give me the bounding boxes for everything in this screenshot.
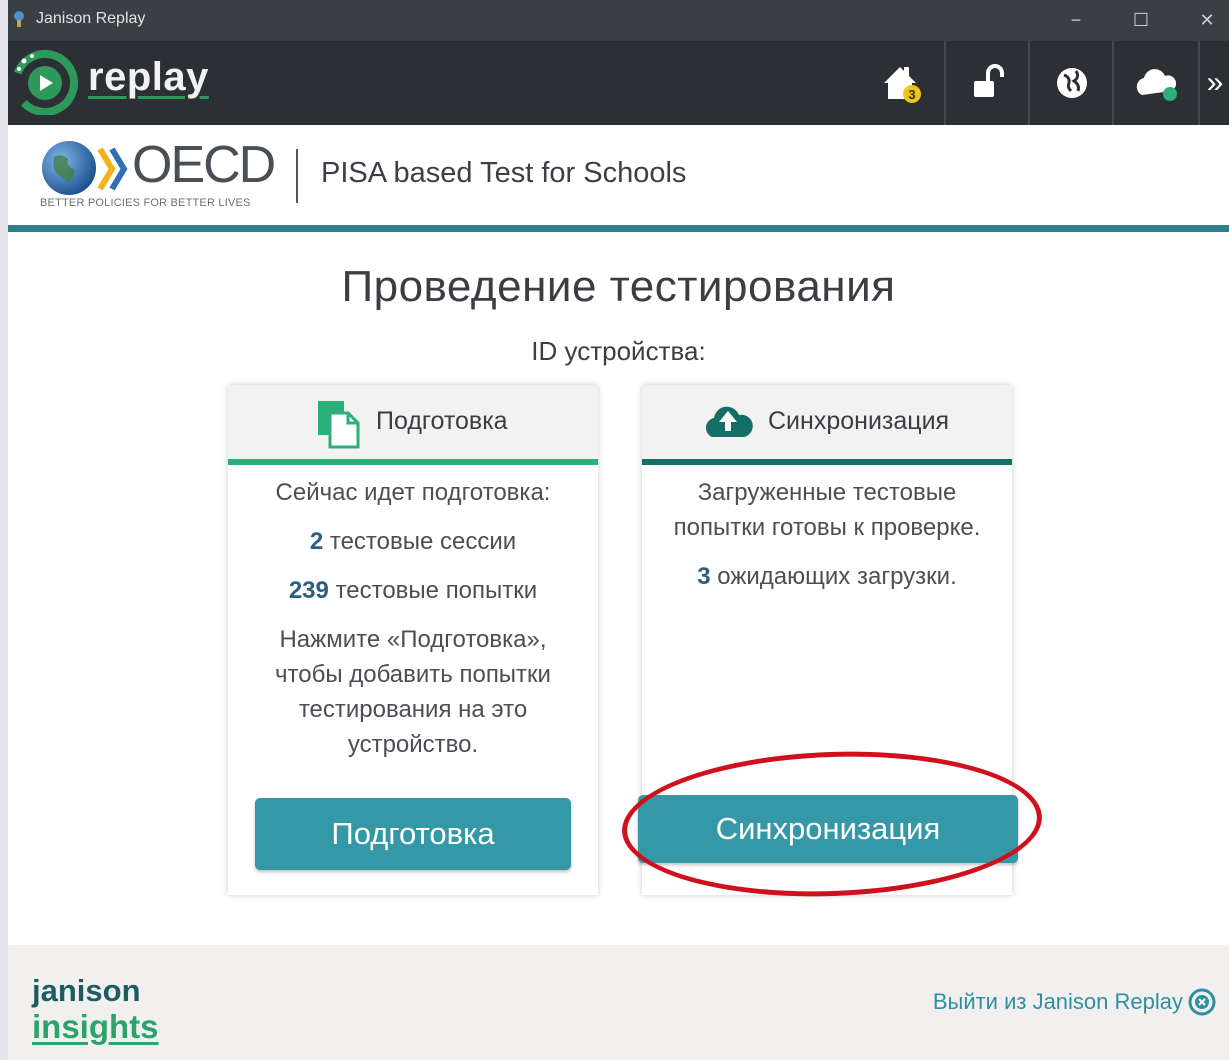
header-underline (8, 225, 1229, 232)
sync-card-body: Загруженные тестовые попытки готовы к пр… (642, 475, 1012, 608)
home-icon: 3 (884, 67, 921, 103)
oecd-chevrons-icon (97, 147, 128, 191)
prepare-card-title: Подготовка (376, 407, 508, 435)
cloud-icon (1136, 69, 1177, 101)
pending-label: ожидающих загрузки. (717, 563, 957, 590)
exit-icon[interactable] (1187, 987, 1217, 1017)
more-button[interactable]: » (1198, 41, 1229, 125)
title-bar: Janison Replay − ☐ ✕ (8, 0, 1229, 41)
oecd-tagline: BETTER POLICIES FOR BETTER LIVES (40, 197, 251, 209)
header-divider (296, 149, 298, 203)
prepare-instruction: Нажмите «Подготовка», чтобы добавить поп… (275, 626, 551, 758)
sessions-line: 2 тестовые сессии (228, 524, 598, 559)
attempts-line: 239 тестовые попытки (228, 573, 598, 608)
sync-card-header: Синхронизация (642, 385, 1012, 463)
device-id-label: ID устройства: (531, 336, 706, 366)
cloud-sync-button[interactable] (1112, 41, 1198, 125)
globe-icon (1057, 68, 1087, 98)
page-title: Проведение тестирования (341, 262, 896, 311)
oecd-header: OECD BETTER POLICIES FOR BETTER LIVES PI… (8, 125, 1229, 225)
janison-logo-line1: janison (32, 973, 141, 1008)
attempts-count: 239 (288, 577, 329, 604)
home-button[interactable]: 3 (860, 41, 944, 125)
prepare-status: Сейчас идет подготовка: (275, 479, 551, 506)
attempts-label: тестовые попытки (335, 577, 538, 604)
window-title: Janison Replay (36, 10, 146, 27)
sessions-count: 2 (309, 528, 324, 555)
sync-card-accent (642, 459, 1012, 465)
minimize-button[interactable]: − (1053, 4, 1099, 36)
sync-card-title: Синхронизация (768, 407, 950, 435)
unlock-icon (974, 64, 1004, 97)
oecd-globe-icon (42, 141, 96, 195)
oecd-logo-text: OECD (132, 136, 276, 194)
documents-icon (318, 401, 360, 449)
exit-link[interactable]: Выйти из Janison Replay (933, 989, 1183, 1015)
prepare-button[interactable]: Подготовка (255, 798, 571, 870)
janison-logo-line2: insights (32, 1008, 159, 1045)
product-name: PISA based Test for Schools (321, 157, 687, 189)
unlock-button[interactable] (944, 41, 1030, 125)
prepare-card: Подготовка Сейчас идет подготовка: 2 тес… (228, 385, 598, 895)
replay-logo-text: replay (88, 55, 209, 99)
app-icon (14, 11, 24, 27)
prepare-card-accent (228, 459, 598, 465)
prepare-card-body: Сейчас идет подготовка: 2 тестовые сесси… (228, 475, 598, 776)
maximize-button[interactable]: ☐ (1118, 4, 1164, 36)
cloud-upload-icon (705, 406, 753, 437)
sync-status: Загруженные тестовые попытки готовы к пр… (673, 479, 981, 541)
replay-logo-icon (12, 50, 78, 115)
app-window: Janison Replay − ☐ ✕ replay 3 » OECD BET… (8, 0, 1229, 1060)
pending-count: 3 (697, 563, 711, 590)
close-button[interactable]: ✕ (1184, 4, 1229, 36)
sessions-label: тестовые сессии (329, 528, 517, 555)
prepare-card-header: Подготовка (228, 385, 598, 463)
home-badge: 3 (908, 87, 915, 102)
globe-button[interactable] (1028, 41, 1114, 125)
app-toolbar: replay 3 » (8, 41, 1229, 125)
pending-line: 3 ожидающих загрузки. (642, 559, 1012, 594)
footer: janison insights Выйти из Janison Replay (8, 945, 1229, 1060)
